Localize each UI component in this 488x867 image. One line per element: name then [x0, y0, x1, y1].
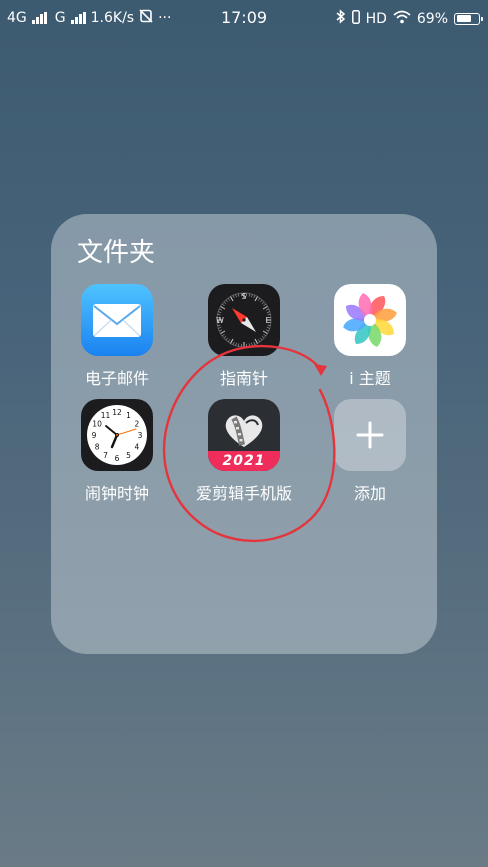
- compass-tick: [227, 298, 231, 301]
- compass-tick: [248, 343, 250, 347]
- compass-tick: [266, 311, 270, 313]
- compass-tick: [253, 341, 256, 345]
- app-add[interactable]: 添加: [310, 399, 430, 504]
- compass-tick: [259, 299, 263, 303]
- hd-label: HD: [365, 10, 387, 27]
- compass-tick: [267, 314, 271, 316]
- clock-number: 2: [135, 420, 140, 429]
- add-app-button[interactable]: [334, 399, 406, 471]
- app-folder[interactable]: 文件夹 电子邮件 S W E 指南针 i 主题 12 1 2 3 4 5 6 7…: [51, 214, 437, 654]
- clock-number: 12: [112, 408, 122, 417]
- app-label-add: 添加: [353, 484, 386, 503]
- folder-title[interactable]: 文件夹: [77, 232, 155, 269]
- compass-tick: [230, 296, 234, 302]
- compass-tick: [217, 314, 221, 316]
- compass-tick: [220, 306, 226, 310]
- clock-icon[interactable]: 12 1 2 3 4 5 6 7 8 9 10 11: [81, 399, 153, 471]
- clock-number: 9: [92, 431, 97, 440]
- compass-tick: [230, 338, 234, 344]
- compass-tick: [217, 324, 221, 326]
- compass-tick: [253, 295, 256, 299]
- clock-number: 4: [135, 443, 140, 452]
- compass-icon[interactable]: S W E: [208, 284, 280, 356]
- bluetooth-icon: [336, 9, 346, 28]
- compass-tick: [262, 330, 268, 334]
- film-heart-icon[interactable]: 2021: [208, 399, 280, 471]
- compass-tick: [251, 342, 253, 346]
- compass-letter-top: S: [241, 292, 246, 301]
- compass-tick: [254, 296, 258, 302]
- app-label-clock: 闹钟时钟: [84, 484, 149, 503]
- compass-tick: [219, 308, 223, 311]
- clock-number: 3: [138, 431, 143, 440]
- compass-tick: [232, 341, 235, 345]
- status-bar: 4G G 1.6K/s ··· 17:09 HD 69%: [0, 0, 488, 34]
- compass-tick: [225, 299, 229, 303]
- plus-icon: [356, 421, 384, 449]
- clock-number: 5: [126, 451, 131, 460]
- compass-tick: [220, 330, 226, 334]
- compass-tick: [254, 338, 258, 344]
- app-itheme[interactable]: i 主题: [310, 284, 430, 389]
- clock-number: 8: [95, 443, 100, 452]
- app-video-editor[interactable]: 2021 爱剪辑手机版: [184, 399, 304, 504]
- app-label-video-editor: 爱剪辑手机版: [195, 484, 292, 503]
- battery-percent: 69%: [416, 10, 448, 27]
- wifi-icon: [393, 10, 411, 28]
- compass-letter-west: W: [216, 316, 224, 325]
- clock-number: 11: [101, 411, 111, 420]
- compass-tick: [257, 298, 261, 301]
- compass-tick: [222, 333, 225, 337]
- compass-tick: [263, 303, 266, 307]
- compass-letter-east: E: [265, 316, 270, 325]
- status-right: HD 69%: [336, 9, 483, 28]
- compass-tick: [261, 335, 265, 339]
- compass-tick: [265, 329, 269, 332]
- battery-level: [456, 15, 471, 22]
- year-badge: 2021: [222, 453, 266, 469]
- compass-tick: [257, 339, 261, 342]
- pinwheel-center: [364, 314, 376, 326]
- compass-tick: [227, 339, 231, 342]
- compass-tick: [263, 333, 266, 337]
- compass-tick: [262, 306, 268, 310]
- compass-tick: [238, 293, 240, 297]
- compass-tick: [223, 301, 227, 305]
- compass-tick: [225, 337, 229, 341]
- compass-tick: [259, 337, 263, 341]
- app-compass[interactable]: S W E 指南针: [184, 284, 304, 389]
- compass-tick: [266, 327, 270, 329]
- compass-tick: [219, 329, 223, 332]
- battery-icon: [454, 12, 483, 25]
- theme-pinwheel-icon[interactable]: [334, 284, 406, 356]
- compass-tick: [218, 327, 222, 329]
- compass-tick: [265, 308, 269, 311]
- compass-tick: [238, 343, 240, 347]
- compass-tick: [235, 294, 237, 298]
- clock-number: 10: [92, 420, 102, 429]
- app-label-itheme: i 主题: [349, 369, 391, 388]
- phone-vibrate-icon: [351, 9, 360, 28]
- clock-number: 7: [103, 451, 108, 460]
- app-label-mail: 电子邮件: [84, 369, 149, 388]
- compass-tick: [261, 301, 265, 305]
- compass-tick: [222, 303, 225, 307]
- compass-tick: [218, 311, 222, 313]
- compass-tick: [248, 293, 250, 297]
- app-label-compass: 指南针: [219, 369, 268, 388]
- app-clock[interactable]: 12 1 2 3 4 5 6 7 8 9 10 11 闹钟时钟: [57, 399, 177, 504]
- compass-tick: [267, 324, 271, 326]
- compass-tick: [232, 295, 235, 299]
- clock-number: 1: [126, 411, 131, 420]
- app-mail[interactable]: 电子邮件: [57, 284, 177, 389]
- compass-tick: [235, 342, 237, 346]
- mail-icon[interactable]: [81, 284, 153, 356]
- compass-tick: [223, 335, 227, 339]
- clock-number: 6: [115, 454, 120, 463]
- compass-tick: [251, 294, 253, 298]
